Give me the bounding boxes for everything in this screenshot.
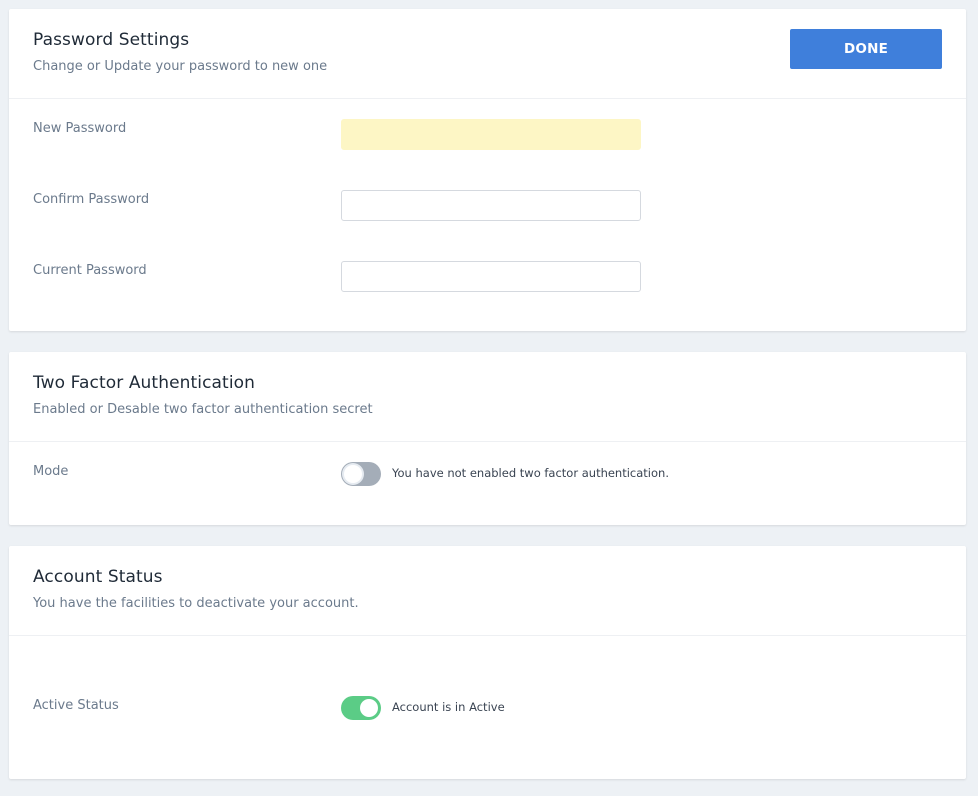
new-password-label: New Password [33, 121, 127, 136]
two-factor-card: Two Factor Authentication Enabled or Des… [9, 352, 966, 525]
toggle-knob [344, 465, 362, 483]
account-status-subtitle: You have the facilities to deactivate yo… [33, 596, 359, 611]
password-settings-title: Password Settings [33, 30, 190, 50]
two-factor-status-text: You have not enabled two factor authenti… [392, 466, 669, 480]
account-status-header: Account Status You have the facilities t… [9, 546, 966, 636]
confirm-password-input[interactable] [341, 190, 641, 221]
account-status-text: Account is in Active [392, 700, 505, 714]
active-status-toggle[interactable] [341, 696, 381, 720]
confirm-password-label: Confirm Password [33, 192, 150, 207]
password-settings-header: Password Settings Change or Update your … [9, 9, 966, 99]
two-factor-header: Two Factor Authentication Enabled or Des… [9, 352, 966, 442]
toggle-knob [360, 699, 378, 717]
two-factor-title: Two Factor Authentication [33, 373, 256, 393]
current-password-input[interactable] [341, 261, 641, 292]
current-password-label: Current Password [33, 263, 147, 278]
password-settings-subtitle: Change or Update your password to new on… [33, 59, 328, 74]
account-status-card: Account Status You have the facilities t… [9, 546, 966, 779]
mode-label: Mode [33, 464, 69, 479]
active-status-label: Active Status [33, 698, 119, 713]
password-settings-card: Password Settings Change or Update your … [9, 9, 966, 331]
new-password-input[interactable] [341, 119, 641, 150]
two-factor-toggle[interactable] [341, 462, 381, 486]
done-button[interactable]: DONE [790, 29, 942, 69]
account-status-title: Account Status [33, 567, 163, 587]
two-factor-subtitle: Enabled or Desable two factor authentica… [33, 402, 373, 417]
